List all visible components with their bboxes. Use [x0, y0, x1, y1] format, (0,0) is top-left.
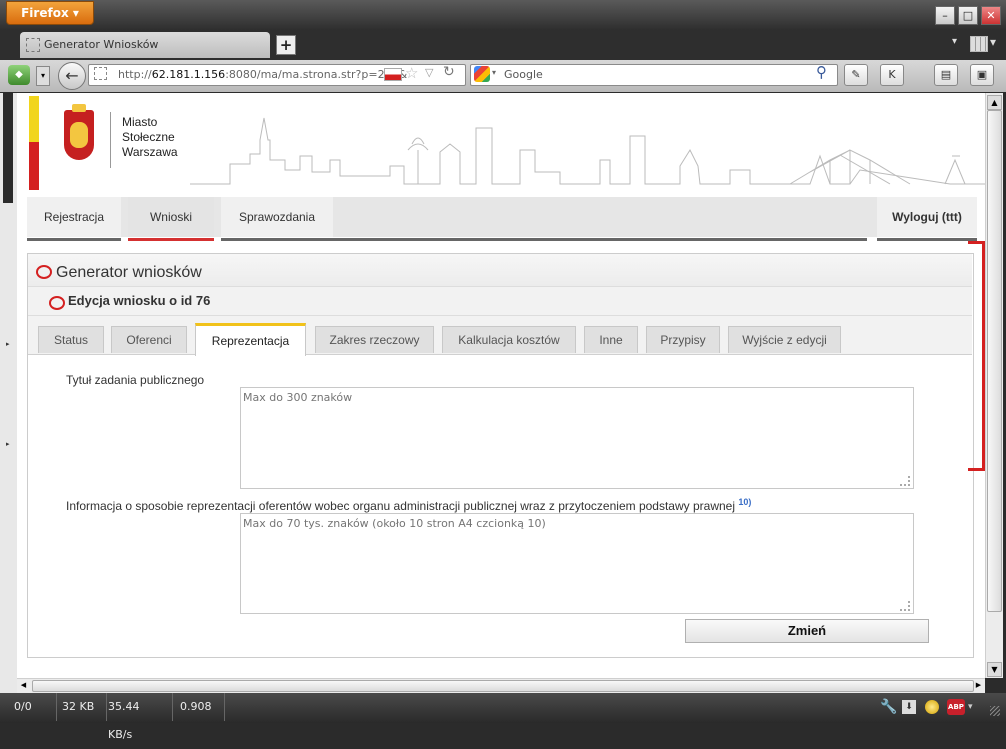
city-skyline-graphic — [190, 117, 985, 185]
maximize-button[interactable]: □ — [958, 6, 978, 25]
footnote-link[interactable]: 10) — [738, 497, 751, 507]
sidebar-dark-edge — [3, 93, 13, 203]
tab-inne[interactable]: Inne — [584, 326, 638, 353]
menu-item-sprawozdania[interactable]: Sprawozdania — [221, 197, 333, 237]
tab-reprezentacja[interactable]: Reprezentacja — [195, 323, 306, 356]
search-icon[interactable]: ⚲ — [816, 63, 827, 81]
logout-link[interactable]: Wyloguj (ttt) — [877, 197, 977, 237]
poland-flag-icon — [384, 68, 402, 81]
weather-icon[interactable] — [925, 700, 939, 714]
adblock-dropdown-icon[interactable]: ▾ — [968, 702, 973, 712]
status-time: 0.908 — [172, 693, 225, 721]
panel-title: Generator wniosków — [56, 264, 202, 281]
tab-status[interactable]: Status — [38, 326, 104, 353]
url-dropdown-icon[interactable]: ▽ — [425, 66, 433, 79]
dropdown-arrow-icon[interactable]: ▾ — [36, 66, 50, 86]
resize-grip-icon[interactable] — [990, 706, 1000, 716]
menu-underline — [27, 238, 121, 241]
favicon-icon — [26, 38, 40, 52]
brand-yellow-strip — [29, 96, 39, 142]
brand-red-strip — [29, 142, 39, 190]
field1-label: Tytuł zadania publicznego — [66, 373, 205, 387]
tab-oferenci[interactable]: Oferenci — [111, 326, 187, 353]
window-menu-icon[interactable]: ▾ — [990, 35, 996, 49]
wrench-icon[interactable]: 🔧 — [880, 699, 897, 715]
representation-textarea[interactable] — [240, 513, 914, 614]
menu-underline — [877, 238, 977, 241]
resize-handle-icon[interactable] — [900, 476, 910, 486]
page-addon-icon[interactable]: ▤ — [934, 64, 958, 86]
download-icon[interactable]: ⬇ — [902, 700, 916, 714]
tab-title: Generator Wniosków — [44, 38, 159, 51]
scroll-up-icon[interactable]: ▲ — [987, 95, 1002, 110]
window-titlebar — [0, 0, 1006, 30]
screenshot-addon-icon[interactable]: ▣ — [970, 64, 994, 86]
site-identity-icon[interactable] — [94, 67, 107, 80]
tab-groups-icon[interactable] — [970, 36, 988, 52]
vertical-scroll-thumb[interactable] — [987, 110, 1002, 612]
addon-green-icon[interactable]: ◆ — [8, 65, 30, 85]
tab-wyjscie-z-edycji[interactable]: Wyjście z edycji — [728, 326, 841, 353]
bookmark-star-icon[interactable]: ☆ — [405, 64, 418, 82]
url-text: http://62.181.1.156:8080/ma/ma.strona.st… — [118, 68, 408, 81]
sidebar-toggle-icon[interactable]: ▸ — [6, 340, 10, 348]
reload-icon[interactable]: ↻ — [443, 64, 455, 80]
edit-title: Edycja wniosku o id 76 — [68, 293, 211, 308]
resize-handle-icon[interactable] — [900, 601, 910, 611]
city-name: Miasto Stołeczne Warszawa — [122, 115, 178, 159]
k-addon-icon[interactable]: K — [880, 64, 904, 86]
scroll-right-icon[interactable]: ▶ — [973, 680, 984, 691]
crest-crown-icon — [72, 104, 86, 112]
sidebar-toggle-icon-2[interactable]: ▸ — [6, 440, 10, 448]
menu-item-rejestracja[interactable]: Rejestracja — [27, 197, 121, 237]
title-textarea[interactable] — [240, 387, 914, 489]
logo-divider — [110, 112, 111, 168]
close-button[interactable]: ✕ — [981, 6, 1001, 25]
tab-przypisy[interactable]: Przypisy — [646, 326, 720, 353]
google-engine-icon[interactable] — [474, 66, 490, 82]
engine-dropdown-icon[interactable]: ▾ — [492, 68, 496, 77]
scroll-down-icon[interactable]: ▼ — [987, 662, 1002, 677]
tab-zakres-rzeczowy[interactable]: Zakres rzeczowy — [315, 326, 434, 353]
back-button[interactable]: ← — [58, 62, 86, 90]
menu-underline-active — [128, 238, 214, 241]
menu-item-wnioski[interactable]: Wnioski — [128, 197, 214, 237]
status-pos: 0/0 — [6, 693, 57, 721]
minimize-button[interactable]: – — [935, 6, 955, 25]
highlighter-icon[interactable]: ✎ — [844, 64, 868, 86]
search-placeholder: Google — [504, 68, 543, 81]
new-tab-button[interactable]: + — [276, 35, 296, 55]
red-ring-icon — [36, 265, 52, 279]
crest-mermaid-icon — [70, 122, 88, 148]
red-ring-icon — [49, 296, 65, 310]
horizontal-scroll-thumb[interactable] — [32, 680, 974, 692]
submit-button[interactable]: Zmień — [685, 619, 929, 643]
firefox-menu-button[interactable]: Firefox ▾ — [6, 1, 94, 25]
status-speed: 35.44 KB/s — [100, 693, 173, 741]
red-bracket-decoration — [968, 241, 985, 471]
adblock-icon[interactable]: ABP — [947, 699, 965, 715]
field2-label: Informacja o sposobie reprezentacji ofer… — [66, 497, 752, 513]
tab-list-icon[interactable]: ▾ — [952, 36, 966, 48]
firefox-button-label: Firefox — [21, 6, 69, 20]
tab-kalkulacja-kosztow[interactable]: Kalkulacja kosztów — [442, 326, 576, 353]
scroll-left-icon[interactable]: ◀ — [18, 680, 29, 691]
menu-underline — [221, 238, 867, 241]
